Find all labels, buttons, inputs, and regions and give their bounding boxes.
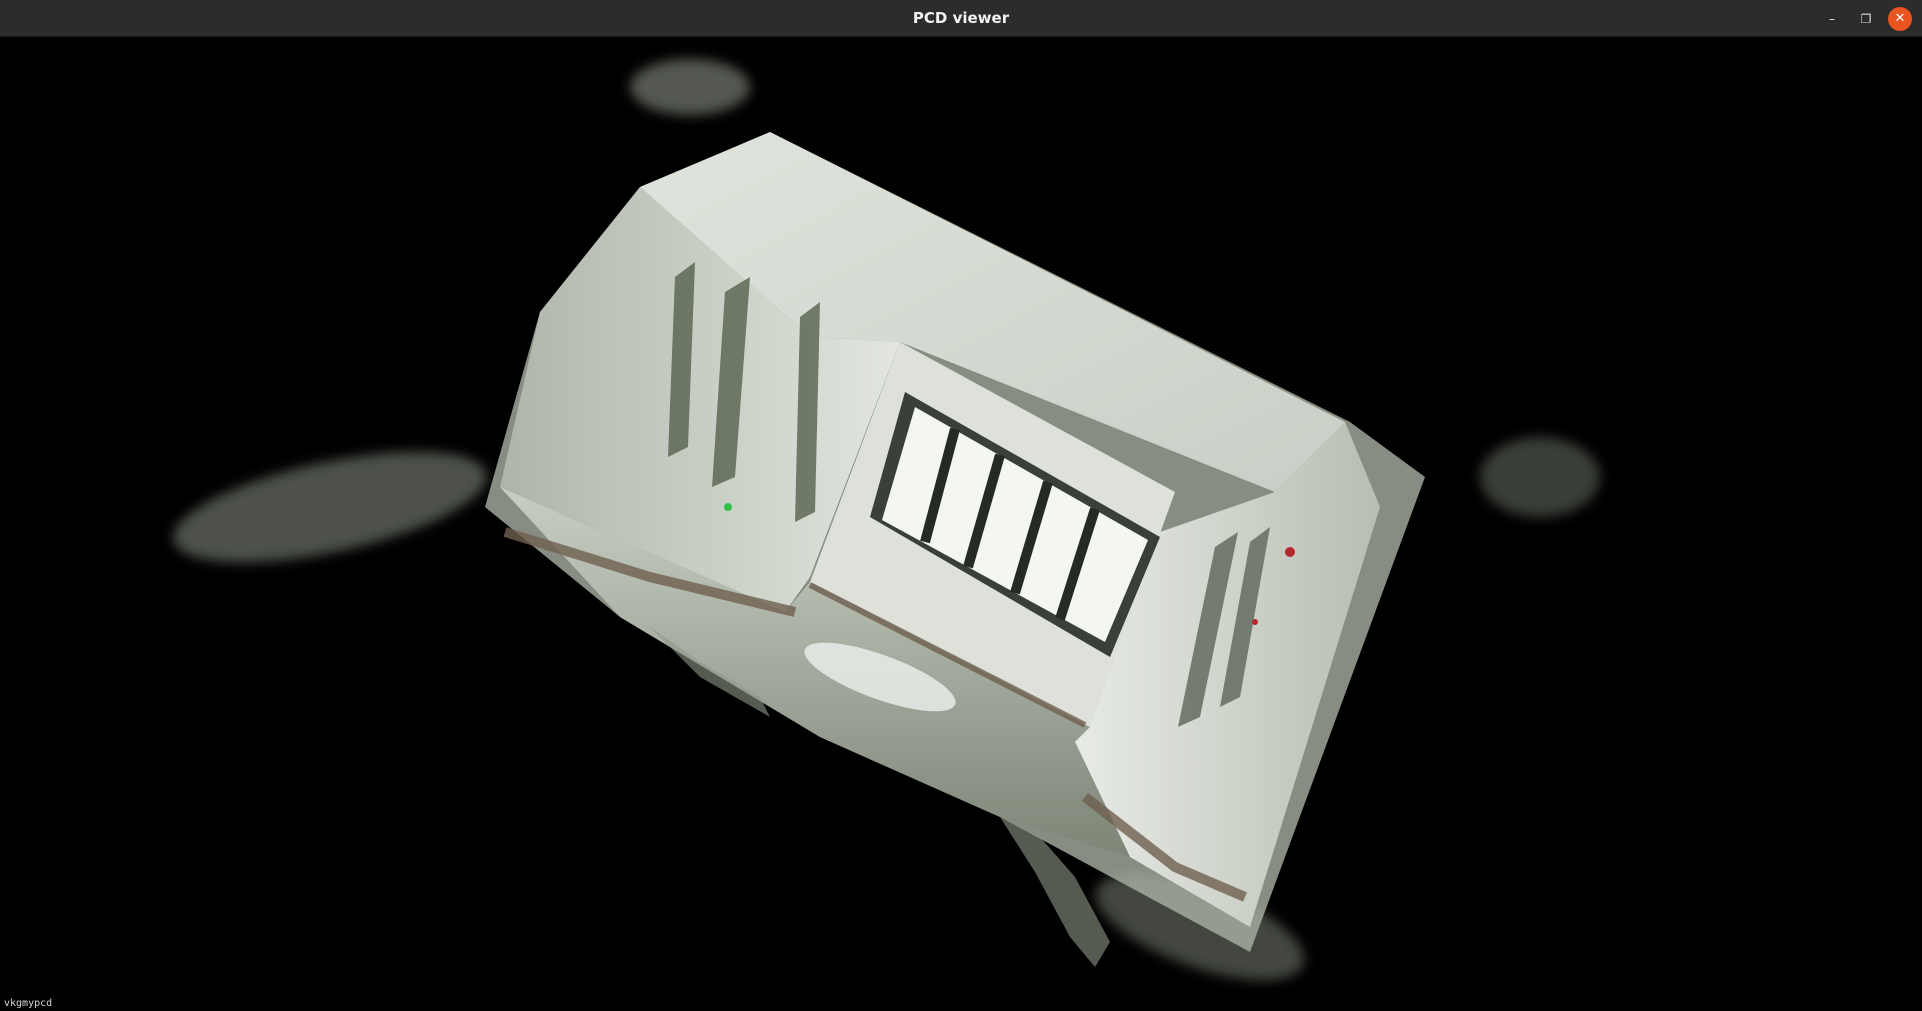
- close-icon: ✕: [1894, 11, 1906, 26]
- minimize-button[interactable]: –: [1820, 7, 1844, 31]
- status-text: vkgmypcd: [4, 998, 53, 1009]
- title-bar[interactable]: PCD viewer – ❐ ✕: [0, 0, 1922, 37]
- restore-button[interactable]: ❐: [1854, 7, 1878, 31]
- green-marker: [724, 503, 732, 511]
- close-button[interactable]: ✕: [1888, 6, 1912, 31]
- point-cloud-viewport[interactable]: vkgmypcd: [0, 37, 1922, 1011]
- minimize-icon: –: [1829, 11, 1835, 26]
- window-title: PCD viewer: [912, 9, 1010, 27]
- point-cloud-render[interactable]: [0, 37, 1922, 1011]
- restore-icon: ❐: [1860, 11, 1872, 26]
- pcd-viewer-window: PCD viewer – ❐ ✕ vkgmypcd: [0, 0, 1922, 1011]
- window-controls: – ❐ ✕: [1820, 0, 1912, 37]
